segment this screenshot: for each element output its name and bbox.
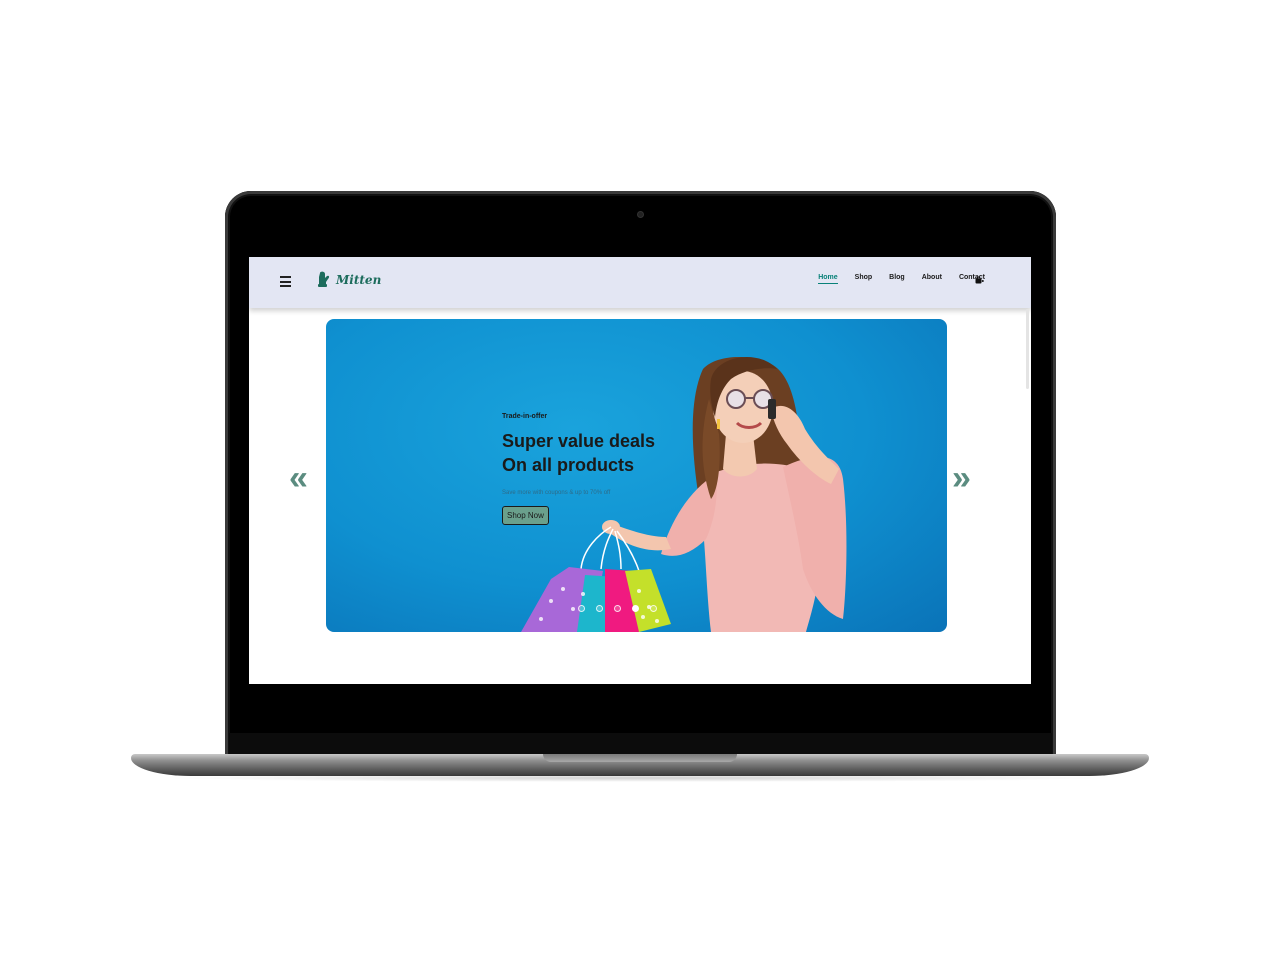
slide-dot[interactable] <box>614 605 621 612</box>
nav-link-home[interactable]: Home <box>818 274 838 284</box>
hero-title: Super value deals On all products <box>502 429 655 477</box>
hero-eyebrow: Trade-in-offer <box>502 413 548 420</box>
page-scrollbar[interactable] <box>1026 309 1029 389</box>
hero-text-block: Trade-in-offer Super value deals On all … <box>502 413 655 525</box>
navbar: Mitten Home Shop Blog About Contact <box>249 257 1031 308</box>
shop-now-button[interactable]: Shop Now <box>502 506 549 525</box>
slide-dot-active[interactable] <box>632 605 639 612</box>
logo-text: Mitten <box>336 273 382 287</box>
mitten-icon <box>318 271 330 287</box>
slide-dot[interactable] <box>650 605 657 612</box>
slide-dot[interactable] <box>578 605 585 612</box>
nav-link-shop[interactable]: Shop <box>855 274 873 284</box>
laptop-screen: Mitten Home Shop Blog About Contact « » <box>249 257 1031 684</box>
laptop-notch <box>543 754 737 762</box>
bag-icon[interactable] <box>975 276 984 284</box>
hero-title-line-2: On all products <box>502 455 635 475</box>
hero-title-line-1: Super value deals <box>502 431 656 451</box>
nav-link-about[interactable]: About <box>922 274 942 284</box>
site-logo[interactable]: Mitten <box>316 271 381 289</box>
hamburger-menu-icon[interactable] <box>280 276 291 287</box>
laptop-shadow <box>160 774 1120 782</box>
hero-banner: Trade-in-offer Super value deals On all … <box>326 319 947 632</box>
nav-link-blog[interactable]: Blog <box>889 274 905 284</box>
prev-slide-arrow[interactable]: « <box>289 461 308 495</box>
slide-dot[interactable] <box>596 605 603 612</box>
nav-links: Home Shop Blog About Contact <box>818 274 985 284</box>
next-slide-arrow[interactable]: » <box>952 461 971 495</box>
laptop-chin <box>229 733 1052 755</box>
slide-indicators <box>578 605 657 612</box>
hero-subtitle: Save more with coupons & up to 70% off <box>502 490 611 496</box>
webcam <box>638 212 643 217</box>
